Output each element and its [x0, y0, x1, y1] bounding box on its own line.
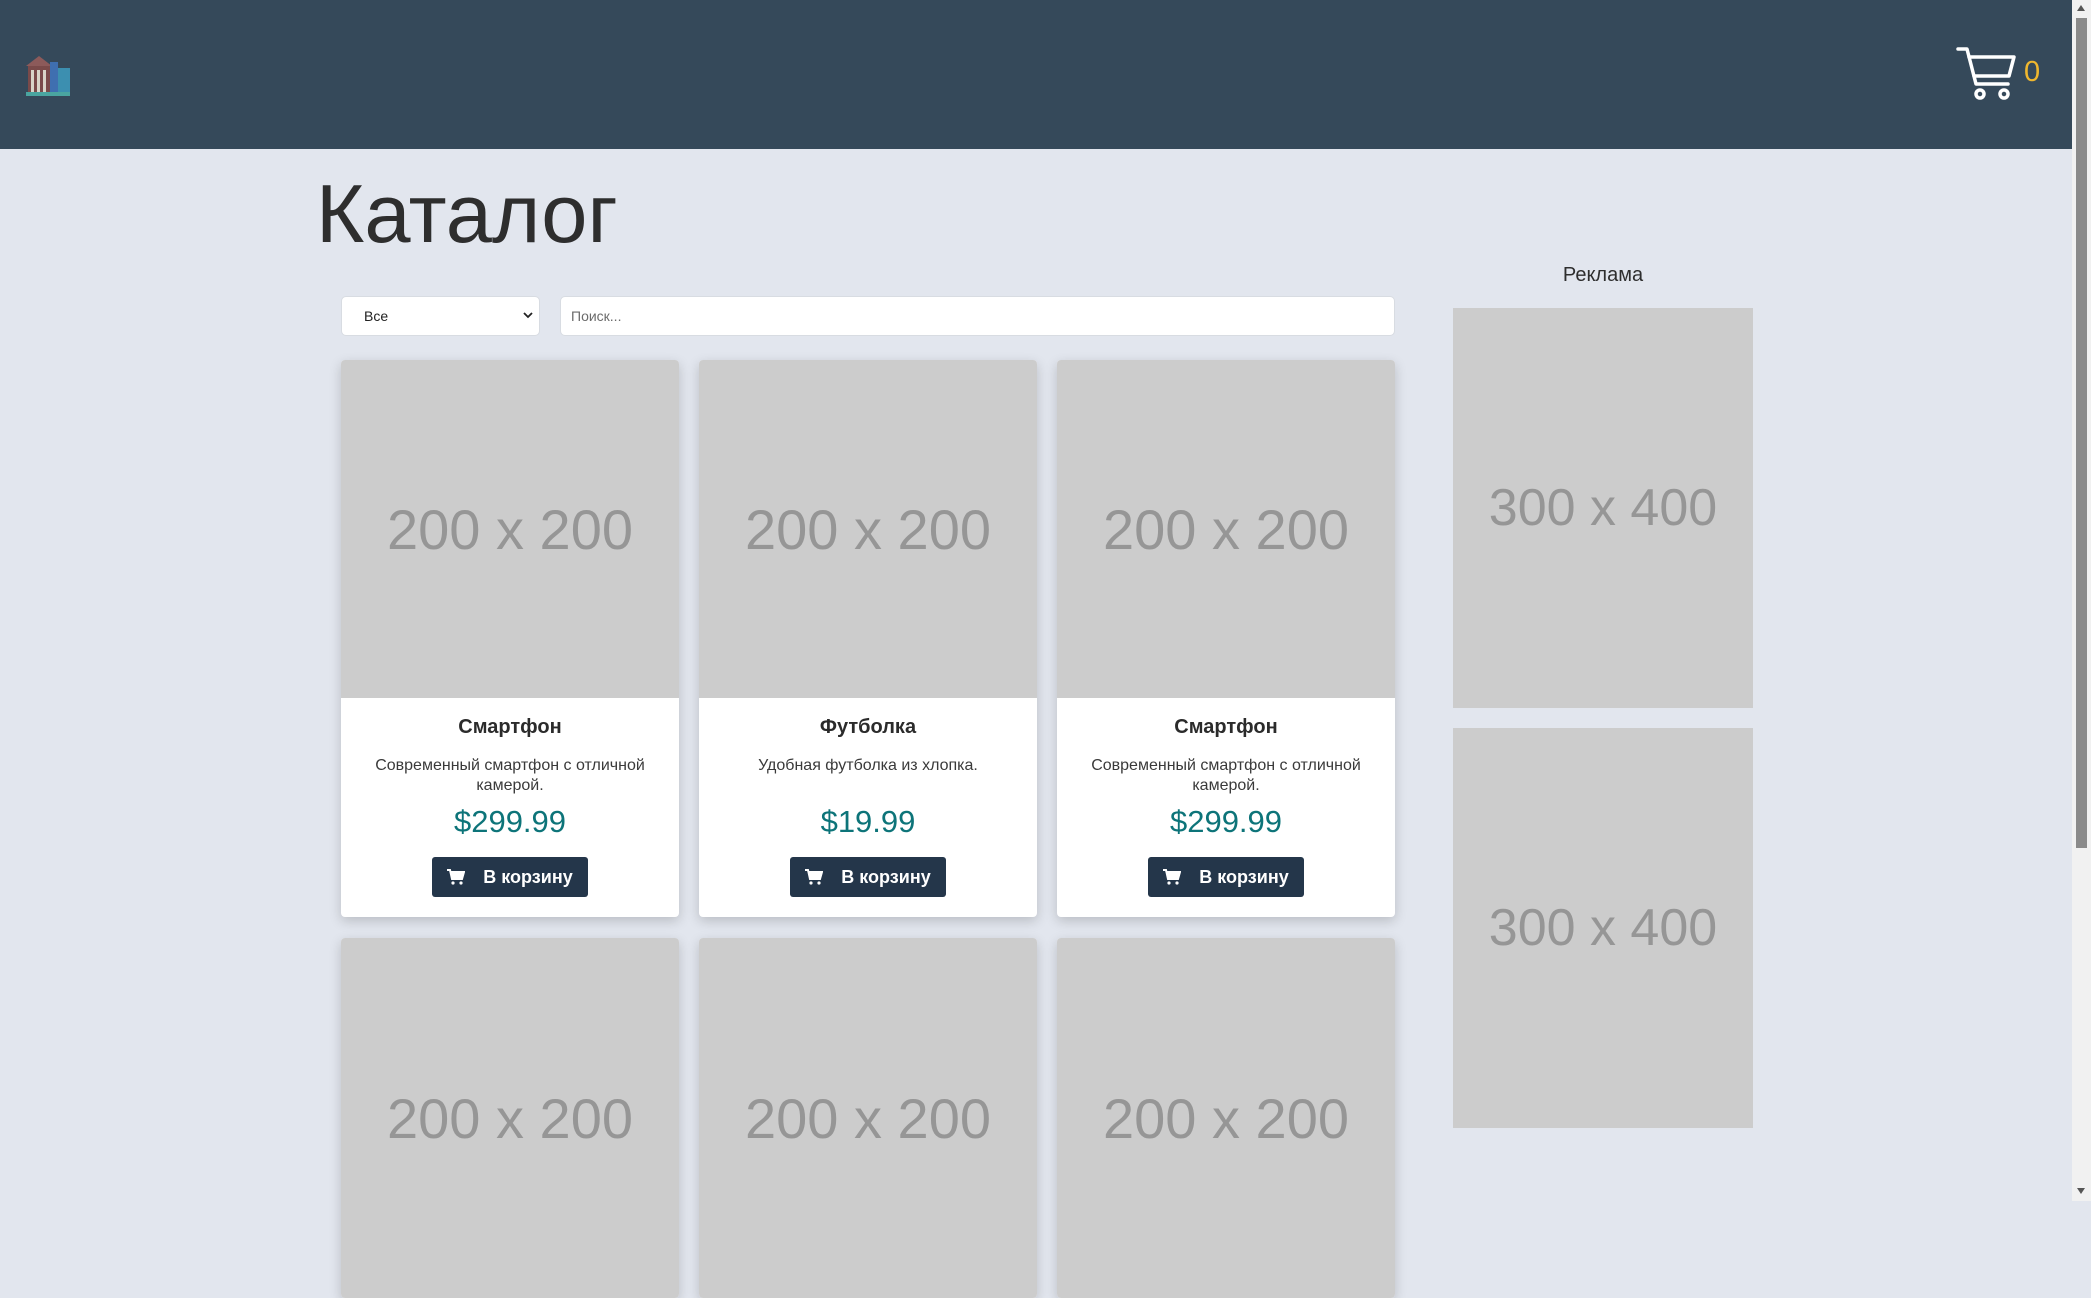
product-image[interactable]: 200 x 200	[341, 938, 679, 1298]
ad-banner[interactable]: 300 x 400	[1453, 308, 1753, 708]
search-input[interactable]	[560, 296, 1395, 336]
product-name: Футболка	[819, 716, 917, 738]
add-to-cart-label: В корзину	[841, 866, 931, 887]
product-image[interactable]: 200 x 200	[699, 938, 1037, 1298]
product-price: $19.99	[820, 804, 916, 839]
logo-icon[interactable]	[24, 52, 72, 98]
cart-icon	[1163, 869, 1182, 885]
product-card: 200 x 200	[699, 938, 1037, 1298]
product-image[interactable]: 200 x 200	[341, 360, 679, 698]
product-card: 200 x 200 Футболка Удобная футболка из х…	[699, 360, 1037, 917]
vertical-scrollbar[interactable]	[2072, 0, 2091, 1201]
product-card: 200 x 200 Смартфон Современный смартфон …	[341, 360, 679, 917]
product-card: 200 x 200 Смартфон Современный смартфон …	[1057, 360, 1395, 917]
ad-banner[interactable]: 300 x 400	[1453, 728, 1753, 1128]
page-title: Каталог	[316, 167, 618, 260]
cart-icon	[805, 869, 824, 885]
chevron-down-icon	[523, 312, 533, 319]
shopping-cart-icon[interactable]	[1956, 46, 2018, 102]
scroll-thumb[interactable]	[2076, 18, 2087, 848]
add-to-cart-button[interactable]: В корзину	[790, 857, 946, 897]
product-image[interactable]: 200 x 200	[699, 360, 1037, 698]
product-name: Смартфон	[458, 716, 562, 738]
category-filter-select[interactable]: Все	[341, 296, 540, 336]
ads-title: Реклама	[1562, 264, 1644, 286]
product-description: Современный смартфон с отличной камерой.	[1091, 757, 1361, 794]
product-card: 200 x 200	[341, 938, 679, 1298]
cart-count-badge: 0	[2024, 56, 2041, 88]
product-description: Современный смартфон с отличной камерой.	[375, 757, 645, 794]
product-image[interactable]: 200 x 200	[1057, 360, 1395, 698]
add-to-cart-label: В корзину	[1199, 866, 1289, 887]
top-header: 0	[0, 0, 2072, 149]
product-price: $299.99	[1169, 804, 1283, 839]
cart-icon	[447, 869, 466, 885]
product-price: $299.99	[453, 804, 567, 839]
product-image[interactable]: 200 x 200	[1057, 938, 1395, 1298]
product-description: Удобная футболка из хлопка.	[758, 757, 978, 774]
scroll-up-arrow[interactable]	[2077, 5, 2085, 11]
product-card: 200 x 200	[1057, 938, 1395, 1298]
scroll-down-arrow[interactable]	[2077, 1188, 2085, 1194]
add-to-cart-label: В корзину	[483, 866, 573, 887]
product-name: Смартфон	[1174, 716, 1278, 738]
add-to-cart-button[interactable]: В корзину	[432, 857, 588, 897]
add-to-cart-button[interactable]: В корзину	[1148, 857, 1304, 897]
filter-selected-value: Все	[364, 308, 389, 324]
